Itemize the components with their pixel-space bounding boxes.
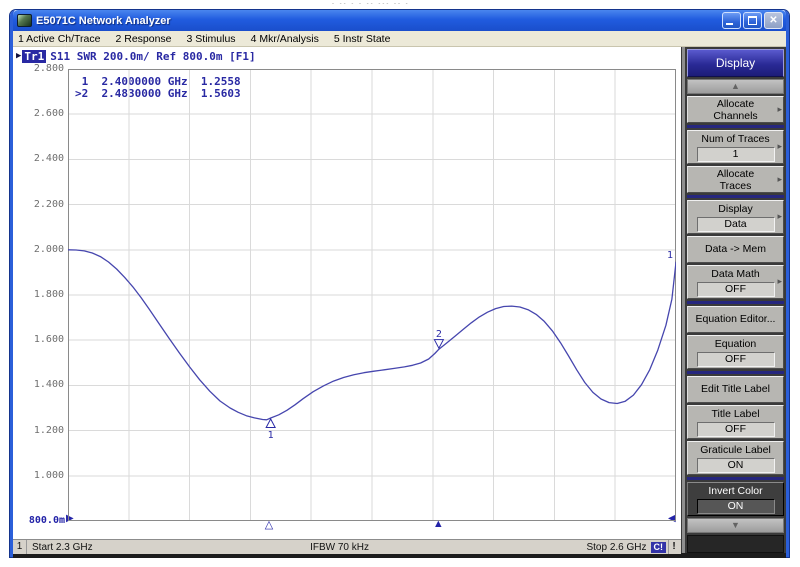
marker-1-number: 1 xyxy=(268,430,274,441)
softkey-label: Allocate Traces xyxy=(705,168,767,192)
submenu-arrow-icon: ▸ xyxy=(777,211,782,222)
softkey-num-of-traces[interactable]: Num of Traces1▸ xyxy=(687,130,784,164)
window-title: E5071C Network Analyzer xyxy=(36,15,720,27)
softkey-value: OFF xyxy=(697,282,775,297)
marker-2-number: 2 xyxy=(436,329,442,340)
softkey-edit-title-label[interactable]: Edit Title Label xyxy=(687,376,784,403)
ifbw-readout: IFBW 70 kHz xyxy=(93,542,587,553)
softkey-label: Data Math xyxy=(711,268,759,281)
softkey-value: ON xyxy=(697,458,775,473)
softkey-graticule-label[interactable]: Graticule LabelON xyxy=(687,441,784,475)
softkey-title-label[interactable]: Title LabelOFF xyxy=(687,405,784,439)
trace-format-text: S11 SWR 200.0m/ Ref 800.0m [F1] xyxy=(50,50,255,63)
softkey-value: Data xyxy=(697,217,775,232)
softkey-equation[interactable]: EquationOFF xyxy=(687,335,784,369)
minimize-button[interactable] xyxy=(722,12,741,29)
active-trace-pointer-icon: ▶ xyxy=(16,51,21,61)
y-axis-label: 1.000 xyxy=(13,470,64,481)
softkey-allocate-channels[interactable]: Allocate Channels ▸ xyxy=(687,96,784,123)
softkey-data-math[interactable]: Data MathOFF▸ xyxy=(687,265,784,299)
marker-stimulus-strip: △▲ xyxy=(68,521,676,537)
softkey-label: Data -> Mem xyxy=(705,243,766,256)
softkey-scroll-up-button[interactable]: ▲ xyxy=(687,79,784,94)
start-frequency: Start 2.3 GHz xyxy=(27,542,93,553)
softkey-label: Display xyxy=(718,203,752,216)
marker-position-icon[interactable]: △ xyxy=(265,518,273,531)
softkey-group-divider xyxy=(687,371,784,374)
softkey-label: Title Label xyxy=(711,408,759,421)
scroll-up-icon: ▲ xyxy=(731,82,740,91)
softkey-allocate-traces[interactable]: Allocate Traces ▸ xyxy=(687,166,784,193)
submenu-arrow-icon: ▸ xyxy=(777,104,782,115)
softkey-equation-editor[interactable]: Equation Editor... xyxy=(687,306,784,333)
softkey-value: OFF xyxy=(697,352,775,367)
softkey-invert-color[interactable]: Invert ColorON xyxy=(687,482,784,516)
softkey-label: Edit Title Label xyxy=(701,383,770,396)
y-axis-label: 1.600 xyxy=(13,334,64,345)
app-icon xyxy=(17,14,32,27)
softkey-data-mem[interactable]: Data -> Mem xyxy=(687,236,784,263)
menu-item-4-mkr-analysis[interactable]: 4 Mkr/Analysis xyxy=(251,33,319,45)
app-window: E5071C Network Analyzer ✕ 1 Active Ch/Tr… xyxy=(10,10,789,557)
y-axis-label: 2.400 xyxy=(13,153,64,164)
menu-bar: 1 Active Ch/Trace 2 Response 3 Stimulus 4 M… xyxy=(13,31,786,47)
softkey-value: OFF xyxy=(697,422,775,437)
submenu-arrow-icon: ▸ xyxy=(777,174,782,185)
channel-number: 1 xyxy=(13,540,27,554)
softkey-value: ON xyxy=(697,499,775,514)
restore-button[interactable] xyxy=(743,12,762,29)
cropped-text-artifact: - -- - - -- --- -- - xyxy=(332,1,502,7)
reference-level-label: 800.0m xyxy=(19,515,65,526)
client-area: ▶Tr1 S11 SWR 200.0m/ Ref 800.0m [F1] 1 2.… xyxy=(13,47,786,553)
marker-1-glyph[interactable] xyxy=(266,419,275,428)
close-button[interactable]: ✕ xyxy=(764,12,783,29)
close-icon: ✕ xyxy=(769,16,777,26)
y-axis-label: 1.200 xyxy=(13,425,64,436)
softkey-group-divider xyxy=(687,301,784,304)
softkey-label: Invert Color xyxy=(708,485,762,498)
channel-window: ▶Tr1 S11 SWR 200.0m/ Ref 800.0m [F1] 1 2.… xyxy=(13,47,681,539)
softkey-value: 1 xyxy=(697,147,775,162)
y-axis-label: 2.800 xyxy=(13,63,64,74)
scroll-down-icon: ▼ xyxy=(731,521,740,530)
restore-icon xyxy=(748,16,757,25)
plot-area[interactable]: 1 2 1 xyxy=(68,69,676,521)
stop-frequency: Stop 2.6 GHz xyxy=(586,542,650,553)
softkey-label: Allocate Channels xyxy=(705,98,767,122)
softkey-label: Equation xyxy=(715,338,756,351)
menu-item-5-instr-state[interactable]: 5 Instr State xyxy=(334,33,391,45)
softkey-menu-title: Display xyxy=(687,49,784,77)
softkey-group-divider xyxy=(687,195,784,198)
trace-status-bar: ▶Tr1 S11 SWR 200.0m/ Ref 800.0m [F1] xyxy=(16,49,256,63)
minimize-icon xyxy=(726,23,733,25)
y-axis-label: 2.200 xyxy=(13,199,64,210)
menu-item-3-stimulus[interactable]: 3 Stimulus xyxy=(187,33,236,45)
softkey-label: Graticule Label xyxy=(700,444,771,457)
active-marker-position-icon[interactable]: ▲ xyxy=(433,518,444,530)
menu-item-1-active-ch-trace[interactable]: 1 Active Ch/Trace xyxy=(18,33,100,45)
softkey-scroll-down-button[interactable]: ▼ xyxy=(687,518,784,533)
cal-interpolated-badge: C! xyxy=(651,542,667,553)
softkey-group-divider xyxy=(687,125,784,128)
y-axis-label: 2.000 xyxy=(13,244,64,255)
y-axis-label: 1.400 xyxy=(13,379,64,390)
warning-indicator: ! xyxy=(668,540,679,554)
softkey-label: Num of Traces xyxy=(701,133,769,146)
softkey-group-divider xyxy=(687,477,784,480)
menu-item-2-response[interactable]: 2 Response xyxy=(115,33,171,45)
status-bar: 1 Start 2.3 GHz IFBW 70 kHz Stop 2.6 GHz… xyxy=(13,539,681,554)
softkey-display[interactable]: DisplayData▸ xyxy=(687,200,784,234)
trace-end-number: 1 xyxy=(667,250,673,261)
trace-badge: Tr1 xyxy=(22,50,46,63)
title-bar: E5071C Network Analyzer ✕ xyxy=(13,10,786,31)
softkey-label: Equation Editor... xyxy=(696,313,776,326)
y-axis-label: 2.600 xyxy=(13,108,64,119)
softkey-menu: Display ▲ Allocate Channels▸Num of Trace… xyxy=(681,47,786,553)
submenu-arrow-icon: ▸ xyxy=(777,141,782,152)
softkey-empty-area xyxy=(687,535,784,553)
swr-plot-svg: 1 2 1 xyxy=(68,69,676,521)
submenu-arrow-icon: ▸ xyxy=(777,276,782,287)
y-axis-label: 1.800 xyxy=(13,289,64,300)
